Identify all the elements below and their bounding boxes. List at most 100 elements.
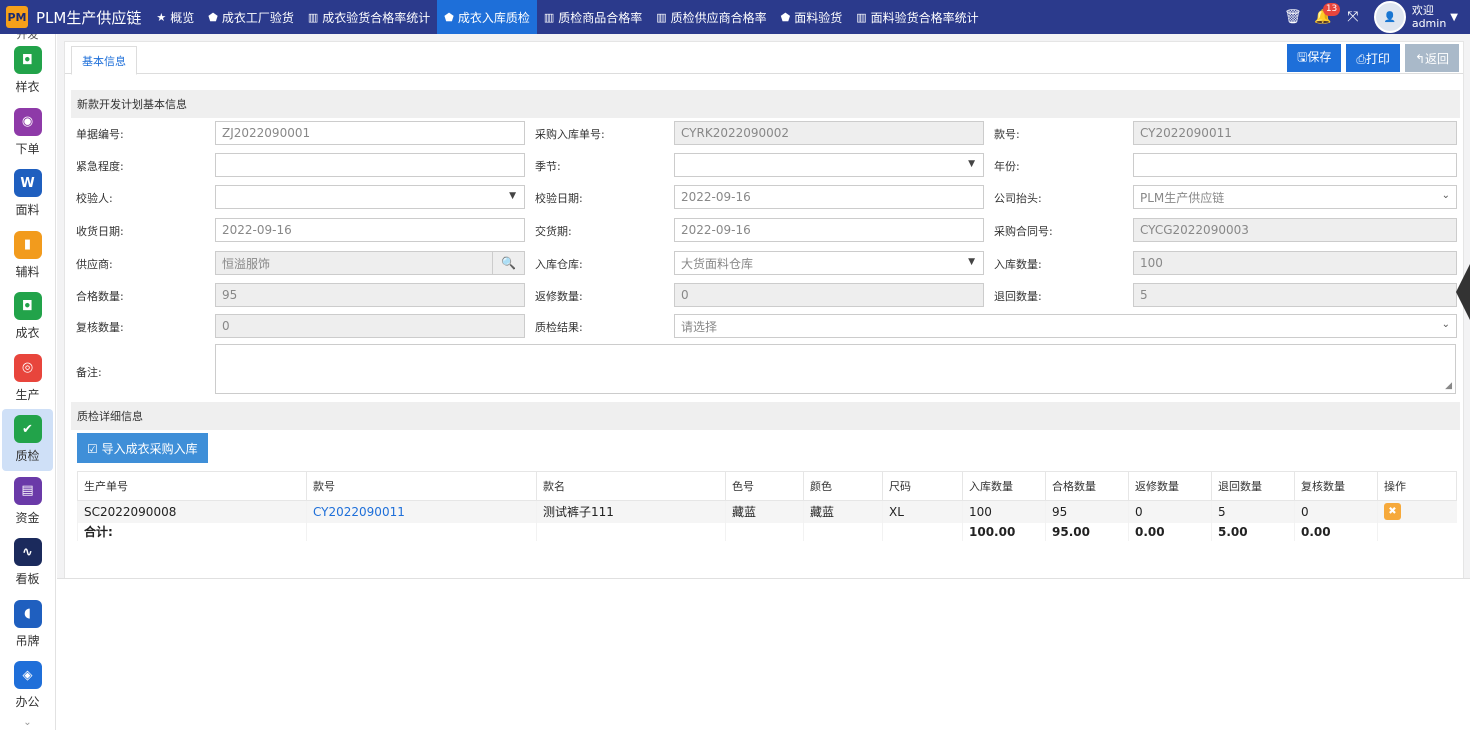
- order-icon: ◉: [13, 107, 42, 136]
- company-value: PLM生产供应链: [1140, 190, 1225, 205]
- caret-down-icon: ▼: [509, 191, 516, 201]
- nav-tab-overview[interactable]: ★ 概览: [149, 0, 201, 34]
- warehouse-select[interactable]: 大货面料仓库 ▼: [674, 251, 984, 275]
- sidebar-item-accessory[interactable]: ▮ 辅料: [0, 225, 55, 287]
- recheck-qty-field[interactable]: 0: [215, 314, 525, 338]
- form-panel: 基本信息 🖫保存 ⎙打印 ↰返回 新款开发计划基本信息 单据编号: ZJ2022…: [64, 41, 1464, 580]
- result-select[interactable]: 请选择 ⌄: [674, 314, 1457, 338]
- contract-no-field[interactable]: CYCG2022090003: [1133, 218, 1457, 242]
- sidebar-item-garment[interactable]: ◘ 成衣: [0, 286, 55, 348]
- tab-basic-info[interactable]: 基本信息: [71, 46, 137, 75]
- receive-date-label: 收货日期:: [76, 225, 124, 238]
- inspector-select[interactable]: ▼: [215, 185, 525, 209]
- empty-cell: [536, 522, 726, 541]
- fullscreen-icon[interactable]: ⤧: [1338, 9, 1368, 25]
- recheck-qty-label: 复核数量:: [76, 321, 124, 334]
- sidebar-item-label: 样衣: [15, 80, 40, 95]
- bell-icon[interactable]: 🔔 13: [1308, 3, 1341, 25]
- sidebar-item-label: 辅料: [15, 264, 40, 279]
- supplier-field[interactable]: 恒溢服饰 🔍: [215, 251, 525, 275]
- caret-down-icon[interactable]: ▼: [1450, 12, 1458, 23]
- sidebar-item-qc[interactable]: ✔ 质检: [2, 409, 53, 471]
- garment-icon: ◘: [13, 292, 42, 321]
- cell-style-no-link[interactable]: CY2022090011: [306, 500, 537, 523]
- in-qty-field[interactable]: 100: [1133, 251, 1457, 275]
- season-select[interactable]: ▼: [674, 153, 984, 177]
- sidebar-item-label: 质检: [15, 449, 40, 464]
- cell-repair-qty: 0: [1128, 500, 1212, 523]
- receive-date-field[interactable]: 2022-09-16: [215, 218, 525, 242]
- supplier-value: 恒溢服饰: [222, 256, 271, 271]
- urgency-field[interactable]: [215, 153, 525, 177]
- user-greeting[interactable]: 欢迎 admin: [1412, 4, 1446, 30]
- total-row: 合计: 100.00 95.00 0.00 5.00 0.00: [77, 522, 1457, 541]
- nav-tab-factory-inspection[interactable]: ⬟ 成衣工厂验货: [201, 0, 301, 34]
- form-row: 供应商: 恒溢服饰 🔍 入库仓库: 大货面料仓库 ▼ 入库数量: 100: [71, 251, 1460, 275]
- nav-tab-label: 成衣验货合格率统计: [322, 10, 431, 25]
- warehouse-label: 入库仓库:: [535, 258, 583, 271]
- trash-icon[interactable]: 🗑: [1278, 9, 1308, 25]
- col-header: 返修数量: [1128, 471, 1212, 501]
- style-no-field[interactable]: CY2022090011: [1133, 121, 1457, 145]
- purchase-no-field[interactable]: CYRK2022090002: [674, 121, 984, 145]
- form-row: 紧急程度: 季节: ▼ 年份:: [71, 153, 1460, 177]
- empty-cell: [725, 522, 804, 541]
- brand-title[interactable]: PLM生产供应链: [36, 7, 141, 28]
- total-pass-qty: 95.00: [1045, 522, 1129, 541]
- pass-qty-field[interactable]: 95: [215, 283, 525, 307]
- in-qty-label: 入库数量:: [994, 258, 1042, 271]
- inspect-date-field[interactable]: 2022-09-16: [674, 185, 984, 209]
- shield-icon: ⬟: [444, 10, 454, 24]
- sidebar-item-fabric[interactable]: W 面料: [0, 163, 55, 225]
- col-header: 款名: [536, 471, 726, 501]
- col-header: 款号: [306, 471, 537, 501]
- cell-color: 藏蓝: [803, 500, 883, 523]
- inspector-label: 校验人:: [76, 192, 113, 205]
- repair-qty-field[interactable]: 0: [674, 283, 984, 307]
- doc-no-field[interactable]: ZJ2022090001: [215, 121, 525, 145]
- delete-icon[interactable]: ✖: [1384, 503, 1401, 521]
- form-row: 单据编号: ZJ2022090001 采购入库单号: CYRK202209000…: [71, 121, 1460, 145]
- warehouse-value: 大货面料仓库: [681, 256, 754, 271]
- nav-tab-supplier-pass-rate[interactable]: ▥ 质检供应商合格率: [649, 0, 773, 34]
- sidebar-item-sample[interactable]: ◘ 样衣: [0, 40, 55, 102]
- nav-tab-inspection-rate[interactable]: ▥ 成衣验货合格率统计: [301, 0, 437, 34]
- sidebar-item-tag[interactable]: ◖ 吊牌: [0, 594, 55, 656]
- sidebar-item-funds[interactable]: ▤ 资金: [0, 471, 55, 533]
- resize-handle-icon[interactable]: ◢: [1445, 381, 1452, 391]
- result-value: 请选择: [681, 319, 718, 334]
- accessory-icon: ▮: [13, 230, 42, 259]
- side-toggle-arrow-icon[interactable]: [1456, 264, 1470, 320]
- cell-style-name: 测试裤子111: [536, 500, 726, 523]
- sidebar-item-production[interactable]: ◎ 生产: [0, 348, 55, 410]
- table-row[interactable]: SC2022090008 CY2022090011 测试裤子111 藏蓝 藏蓝 …: [77, 500, 1457, 523]
- save-button[interactable]: 🖫保存: [1287, 44, 1342, 72]
- import-purchase-button[interactable]: ☑ 导入成衣采购入库: [77, 433, 208, 463]
- sidebar-item-office[interactable]: ◈ 办公: [0, 655, 55, 717]
- chevron-down-icon[interactable]: ⌄: [0, 717, 55, 728]
- username: admin: [1411, 17, 1447, 30]
- nav-tab-fabric-rate[interactable]: ▥ 面料验货合格率统计: [849, 0, 985, 34]
- return-qty-field[interactable]: 5: [1133, 283, 1457, 307]
- print-button[interactable]: ⎙打印: [1346, 44, 1400, 72]
- delivery-field[interactable]: 2022-09-16: [674, 218, 984, 242]
- year-field[interactable]: [1133, 153, 1457, 177]
- col-header: 生产单号: [77, 471, 307, 501]
- check-icon: ✔: [13, 415, 42, 444]
- sidebar-item-dashboard[interactable]: ∿ 看板: [0, 532, 55, 594]
- search-icon[interactable]: 🔍: [492, 252, 524, 274]
- nav-tab-product-pass-rate[interactable]: ▥ 质检商品合格率: [537, 0, 649, 34]
- production-icon: ◎: [13, 353, 42, 382]
- nav-tab-fabric-inspection[interactable]: ⬟ 面料验货: [774, 0, 850, 34]
- cell-size: XL: [882, 500, 963, 523]
- back-button[interactable]: ↰返回: [1404, 44, 1459, 72]
- nav-tabs: ★ 概览 ⬟ 成衣工厂验货 ▥ 成衣验货合格率统计 ⬟ 成衣入库质检 ▥ 质检商品合格率 …: [149, 0, 985, 34]
- avatar[interactable]: 👤: [1373, 1, 1406, 33]
- funds-icon: ▤: [13, 476, 42, 505]
- nav-tab-warehouse-qc[interactable]: ⬟ 成衣入库质检: [437, 0, 537, 34]
- nav-tab-label: 质检商品合格率: [558, 10, 643, 25]
- remark-textarea[interactable]: ◢: [215, 344, 1456, 394]
- app-logo[interactable]: PM: [0, 0, 34, 34]
- company-select[interactable]: PLM生产供应链 ⌄: [1133, 185, 1457, 209]
- sidebar-item-order[interactable]: ◉ 下单: [0, 102, 55, 164]
